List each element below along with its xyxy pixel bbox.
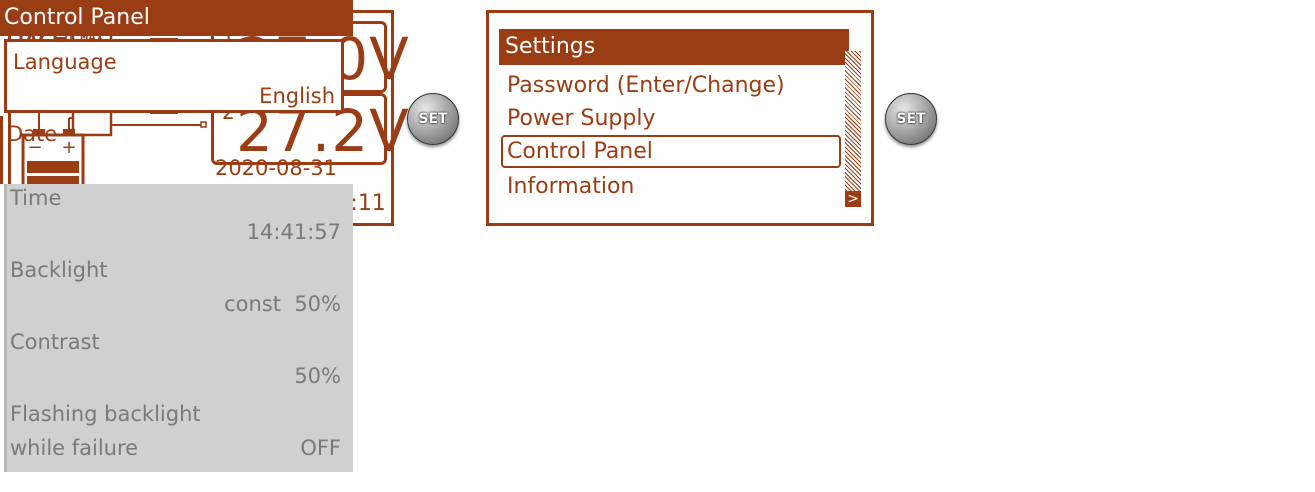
control-panel-screen: Control Panel Language English Date 2020… [0, 0, 353, 472]
backlight-label: Backlight [10, 258, 108, 282]
flashing-value: OFF [300, 436, 341, 460]
backlight-value: const 50% [224, 292, 341, 316]
language-row[interactable]: Language English [4, 39, 344, 113]
time-label: Time [10, 186, 62, 210]
set-button[interactable]: SET [885, 93, 937, 145]
set-button[interactable]: SET [407, 93, 459, 145]
contrast-label: Contrast [10, 330, 100, 354]
control-panel-title: Control Panel [0, 0, 353, 36]
menu-title: Settings [499, 29, 849, 65]
date-value: 2020-08-31 [214, 156, 337, 180]
menu-item-control-panel[interactable]: Control Panel [501, 135, 841, 168]
scroll-down-icon[interactable]: > [845, 191, 861, 207]
settings-screen: Settings Password (Enter/Change) Power S… [486, 10, 874, 226]
menu-item-power-supply[interactable]: Power Supply [501, 102, 841, 135]
language-label: Language [13, 50, 117, 74]
flashing-label-2: while failure [10, 436, 139, 460]
scrollbar[interactable] [845, 51, 861, 207]
date-label: Date [7, 122, 58, 146]
menu-item-information[interactable]: Information [501, 170, 841, 203]
language-value: English [259, 84, 335, 108]
disabled-options-area: Time 14:41:57 Backlight const 50% Contra… [4, 184, 353, 472]
flashing-label: Flashing backlight [10, 402, 201, 426]
menu-item-password[interactable]: Password (Enter/Change) [501, 69, 841, 102]
contrast-value: 50% [294, 364, 341, 388]
time-value: 14:41:57 [246, 220, 341, 244]
date-row[interactable]: Date 2020-08-31 [0, 116, 353, 184]
